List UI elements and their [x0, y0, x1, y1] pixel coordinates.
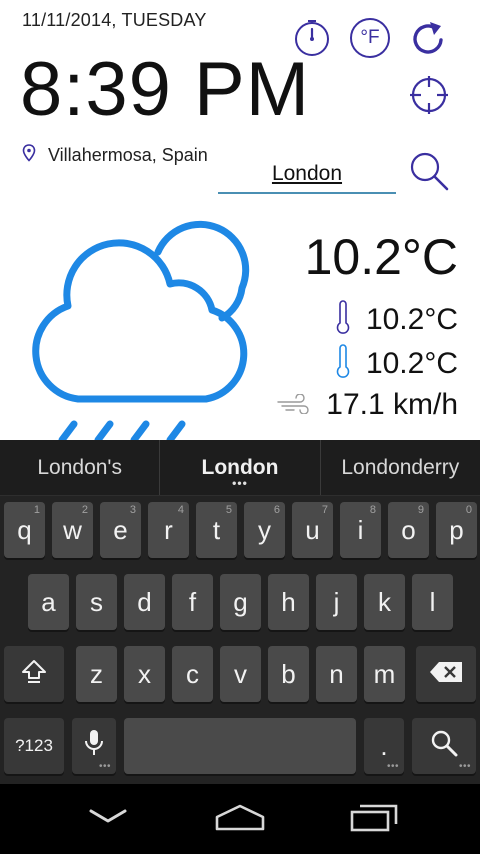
- shift-key[interactable]: [4, 646, 64, 702]
- shift-icon: [21, 658, 47, 691]
- key-p[interactable]: p0: [436, 502, 477, 558]
- back-button[interactable]: [58, 784, 158, 854]
- key-hint: 2: [81, 504, 88, 516]
- key-label: p: [449, 514, 464, 545]
- key-o[interactable]: o9: [388, 502, 429, 558]
- fahrenheit-label: °F: [360, 27, 380, 48]
- key-r[interactable]: r4: [148, 502, 189, 558]
- key-hint: 0: [465, 504, 472, 516]
- key-label: w: [63, 514, 82, 545]
- more-suggestions-icon: •••: [232, 476, 248, 490]
- key-s[interactable]: s: [76, 574, 117, 630]
- key-c[interactable]: c: [172, 646, 213, 702]
- key-w[interactable]: w2: [52, 502, 93, 558]
- voice-input-key[interactable]: •••: [72, 718, 116, 774]
- key-l[interactable]: l: [412, 574, 453, 630]
- key-e[interactable]: e3: [100, 502, 141, 558]
- keyboard-search-icon: [430, 729, 458, 764]
- key-label: o: [401, 514, 416, 545]
- location-label: Villahermosa, Spain: [48, 145, 208, 165]
- wind-icon: [276, 390, 310, 420]
- key-label: u: [305, 514, 320, 545]
- home-button[interactable]: [190, 784, 290, 854]
- backspace-key[interactable]: [416, 646, 476, 702]
- refresh-icon[interactable]: [408, 18, 450, 65]
- search-key[interactable]: •••: [412, 718, 476, 774]
- current-temperature: 10.2°C: [304, 229, 458, 285]
- suggestion-2[interactable]: London •••: [159, 440, 319, 495]
- max-temperature-value: 10.2°C: [365, 303, 458, 336]
- key-h[interactable]: h: [268, 574, 309, 630]
- fahrenheit-toggle[interactable]: °F: [350, 18, 390, 58]
- key-label: r: [164, 514, 173, 545]
- city-search-input[interactable]: [218, 156, 396, 192]
- period-key[interactable]: . •••: [364, 718, 404, 774]
- key-hint: 4: [177, 504, 184, 516]
- search-icon[interactable]: [408, 150, 450, 197]
- thermometer-high-icon: [336, 300, 350, 340]
- key-hint: 5: [225, 504, 232, 516]
- city-search-field[interactable]: [218, 156, 396, 194]
- key-label: t: [212, 514, 221, 545]
- crosshair-icon[interactable]: [408, 74, 450, 121]
- min-temperature-value: 10.2°C: [365, 347, 458, 380]
- more-options-icon: •••: [458, 761, 471, 772]
- wind-speed-value: 17.1 km/h: [326, 388, 458, 421]
- home-icon: [215, 803, 265, 836]
- location-pin-icon: [22, 144, 36, 167]
- date-label: 11/11/2014, TUESDAY: [22, 10, 207, 30]
- key-label: q: [17, 514, 32, 545]
- key-i[interactable]: i8: [340, 502, 381, 558]
- max-temperature-row: 10.2°C: [336, 300, 458, 340]
- key-u[interactable]: u7: [292, 502, 333, 558]
- min-temperature-row: 10.2°C: [336, 344, 458, 384]
- key-label: y: [258, 514, 271, 545]
- key-label: e: [113, 514, 128, 545]
- key-y[interactable]: y6: [244, 502, 285, 558]
- recent-apps-icon: [350, 802, 398, 837]
- key-d[interactable]: d: [124, 574, 165, 630]
- key-hint: 8: [369, 504, 376, 516]
- key-a[interactable]: a: [28, 574, 69, 630]
- key-n[interactable]: n: [316, 646, 357, 702]
- backspace-icon: [429, 659, 463, 690]
- key-x[interactable]: x: [124, 646, 165, 702]
- navigation-bar: [0, 784, 480, 854]
- key-m[interactable]: m: [364, 646, 405, 702]
- key-hint: 6: [273, 504, 280, 516]
- key-t[interactable]: t5: [196, 502, 237, 558]
- chevron-down-icon: [88, 807, 128, 832]
- recent-apps-button[interactable]: [324, 784, 424, 854]
- soft-keyboard: London's London ••• Londonderry q1 w2 e3…: [0, 440, 480, 784]
- key-f[interactable]: f: [172, 574, 213, 630]
- microphone-icon: [84, 729, 104, 764]
- stopwatch-icon[interactable]: [292, 18, 332, 63]
- key-q[interactable]: q1: [4, 502, 45, 558]
- key-hint: 1: [33, 504, 40, 516]
- location-row: Villahermosa, Spain: [22, 144, 208, 167]
- space-key[interactable]: [124, 718, 356, 774]
- period-key-label: .: [380, 730, 388, 761]
- key-label: i: [357, 514, 364, 545]
- key-j[interactable]: j: [316, 574, 357, 630]
- key-hint: 7: [321, 504, 328, 516]
- more-options-icon: •••: [386, 761, 399, 772]
- key-hint: 9: [417, 504, 424, 516]
- wind-row: 17.1 km/h: [276, 390, 458, 420]
- key-hint: 3: [129, 504, 136, 516]
- key-v[interactable]: v: [220, 646, 261, 702]
- cloud-sun-rain-icon: [18, 214, 258, 445]
- suggestion-3[interactable]: Londonderry: [319, 440, 480, 495]
- key-b[interactable]: b: [268, 646, 309, 702]
- time-label: 8:39 PM: [20, 47, 311, 132]
- symbols-key[interactable]: ?123: [4, 718, 64, 774]
- thermometer-low-icon: [336, 344, 350, 384]
- more-options-icon: •••: [98, 761, 111, 772]
- suggestion-bar: London's London ••• Londonderry: [0, 440, 480, 496]
- key-g[interactable]: g: [220, 574, 261, 630]
- symbols-key-label: ?123: [15, 736, 53, 755]
- key-k[interactable]: k: [364, 574, 405, 630]
- key-z[interactable]: z: [76, 646, 117, 702]
- suggestion-1[interactable]: London's: [0, 440, 159, 495]
